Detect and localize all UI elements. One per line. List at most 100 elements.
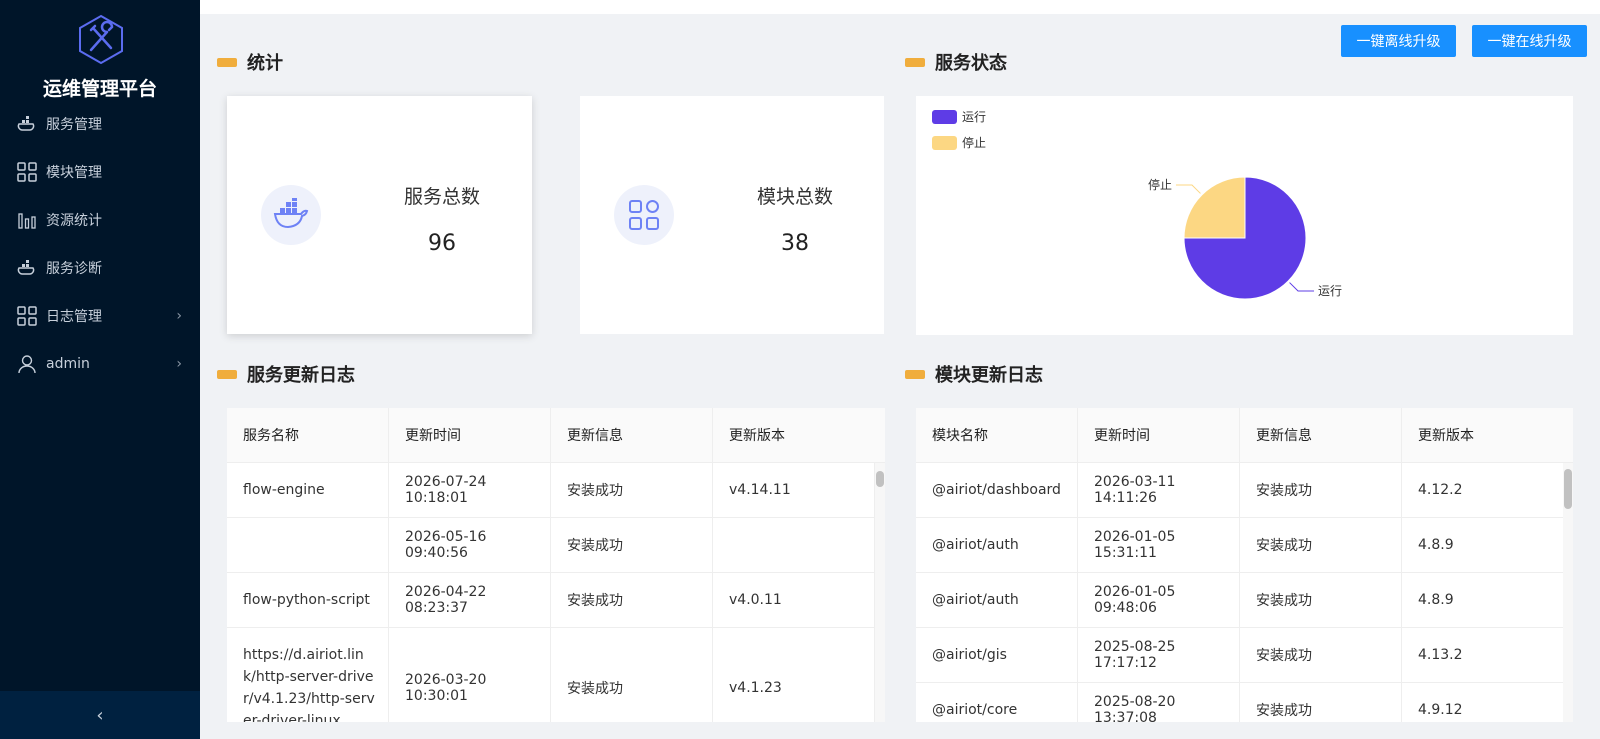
legend-swatch bbox=[932, 109, 957, 124]
module-total-value: 38 bbox=[781, 231, 809, 256]
cell-version: v4.14.11 bbox=[713, 463, 875, 517]
column-header[interactable]: 更新时间 bbox=[389, 408, 551, 462]
sidebar: 运维管理平台 服务管理 模块管理 资源统计 服务诊断 日志管理 › admin … bbox=[0, 0, 200, 739]
docker-icon bbox=[261, 185, 321, 245]
sidebar-item-log-management[interactable]: 日志管理 › bbox=[0, 292, 200, 340]
table-row[interactable]: flow-engine 2026-07-24 10:18:01 安装成功 v4.… bbox=[227, 463, 885, 518]
sidebar-item-module-management[interactable]: 模块管理 bbox=[0, 148, 200, 196]
table-row[interactable]: flow-python-script 2026-04-22 08:23:37 安… bbox=[227, 573, 885, 628]
section-title-text: 服务更新日志 bbox=[247, 365, 355, 386]
online-upgrade-button[interactable]: 一键在线升级 bbox=[1472, 25, 1587, 57]
cell-module-name: @airiot/auth bbox=[916, 573, 1078, 627]
module-log-table: 模块名称 更新时间 更新信息 更新版本 @airiot/dashboard 20… bbox=[916, 408, 1573, 722]
sidebar-item-service-management[interactable]: 服务管理 bbox=[0, 100, 200, 148]
section-title-module-log: 模块更新日志 bbox=[905, 361, 1043, 387]
docker-icon bbox=[16, 113, 38, 135]
column-header[interactable]: 更新版本 bbox=[713, 408, 885, 462]
grid-icon bbox=[614, 185, 674, 245]
app-title: 运维管理平台 bbox=[42, 78, 157, 100]
table-header: 模块名称 更新时间 更新信息 更新版本 bbox=[916, 408, 1573, 463]
sidebar-item-label: admin bbox=[46, 356, 90, 372]
section-title-stats: 统计 bbox=[217, 49, 283, 75]
cell-version: 4.8.9 bbox=[1402, 518, 1564, 572]
legend-label: 停止 bbox=[962, 136, 987, 150]
top-header bbox=[200, 0, 1600, 14]
grid-icon bbox=[16, 161, 38, 183]
chevron-right-icon: › bbox=[176, 308, 182, 324]
pie-chart: 运行 停止 bbox=[1148, 176, 1342, 300]
service-total-value: 96 bbox=[428, 231, 456, 256]
cell-update-time: 2026-05-16 09:40:56 bbox=[389, 518, 551, 572]
sidebar-item-label: 资源统计 bbox=[46, 213, 102, 229]
cell-version: v4.1.23 bbox=[713, 628, 875, 722]
table-scrollbar[interactable] bbox=[875, 463, 885, 722]
tools-logo-icon bbox=[79, 14, 123, 64]
table-row[interactable]: @airiot/gis 2025-08-25 17:17:12 安装成功 4.1… bbox=[916, 628, 1573, 683]
scrollbar-thumb[interactable] bbox=[1564, 469, 1572, 509]
cell-update-time: 2026-07-24 10:18:01 bbox=[389, 463, 551, 517]
cell-update-info: 安装成功 bbox=[551, 573, 713, 627]
sidebar-item-service-diagnosis[interactable]: 服务诊断 bbox=[0, 244, 200, 292]
section-marker bbox=[905, 57, 925, 67]
legend-swatch bbox=[932, 135, 957, 150]
cell-update-info: 安装成功 bbox=[551, 463, 713, 517]
cell-update-info: 安装成功 bbox=[1240, 683, 1402, 722]
legend-item-running[interactable]: 运行 bbox=[932, 108, 986, 125]
cell-update-info: 安装成功 bbox=[1240, 628, 1402, 682]
service-log-table: 服务名称 更新时间 更新信息 更新版本 flow-engine 2026-07-… bbox=[227, 408, 885, 722]
module-total-label: 模块总数 bbox=[756, 186, 833, 208]
cell-service-name bbox=[227, 518, 389, 572]
table-row[interactable]: @airiot/auth 2026-01-05 15:31:11 安装成功 4.… bbox=[916, 518, 1573, 573]
sidebar-item-label: 模块管理 bbox=[46, 165, 102, 181]
table-row[interactable]: @airiot/auth 2026-01-05 09:48:06 安装成功 4.… bbox=[916, 573, 1573, 628]
cell-update-info: 安装成功 bbox=[1240, 463, 1402, 517]
chart-legend: 运行 停止 bbox=[932, 108, 986, 160]
column-header[interactable]: 更新版本 bbox=[1402, 408, 1573, 462]
cell-update-time: 2025-08-20 13:37:08 bbox=[1078, 683, 1240, 722]
column-header[interactable]: 更新时间 bbox=[1078, 408, 1240, 462]
table-row[interactable]: @airiot/core 2025-08-20 13:37:08 安装成功 4.… bbox=[916, 683, 1573, 722]
section-marker bbox=[217, 369, 237, 379]
sidebar-item-admin[interactable]: admin › bbox=[0, 340, 200, 388]
section-marker bbox=[905, 369, 925, 379]
sidebar-item-resource-stats[interactable]: 资源统计 bbox=[0, 196, 200, 244]
cell-update-time: 2025-08-25 17:17:12 bbox=[1078, 628, 1240, 682]
table-scrollbar[interactable] bbox=[1563, 463, 1573, 722]
service-status-chart: 运行 停止 运行 停止 bbox=[916, 96, 1573, 335]
side-menu: 服务管理 模块管理 资源统计 服务诊断 日志管理 › admin › bbox=[0, 100, 200, 388]
section-title-text: 统计 bbox=[247, 53, 283, 74]
table-row[interactable]: https://d.airiot.link/http-server-driver… bbox=[227, 628, 885, 722]
sidebar-item-label: 服务管理 bbox=[46, 117, 102, 133]
column-header[interactable]: 更新信息 bbox=[1240, 408, 1402, 462]
collapse-sidebar-button[interactable]: ‹ bbox=[0, 691, 200, 739]
section-title-text: 模块更新日志 bbox=[935, 365, 1043, 386]
chevron-left-icon: ‹ bbox=[96, 704, 104, 726]
cell-update-info: 安装成功 bbox=[551, 518, 713, 572]
table-row[interactable]: @airiot/dashboard 2026-03-11 14:11:26 安装… bbox=[916, 463, 1573, 518]
pie-label-line-0 bbox=[1289, 282, 1315, 292]
cell-update-time: 2026-03-20 10:30:01 bbox=[389, 628, 551, 722]
section-title-service-log: 服务更新日志 bbox=[217, 361, 355, 387]
cell-module-name: @airiot/dashboard bbox=[916, 463, 1078, 517]
pie-label-line-1 bbox=[1175, 184, 1201, 194]
legend-item-stopped[interactable]: 停止 bbox=[932, 134, 986, 151]
column-header[interactable]: 模块名称 bbox=[916, 408, 1078, 462]
section-title-service-status: 服务状态 bbox=[905, 49, 1007, 75]
cell-update-time: 2026-04-22 08:23:37 bbox=[389, 573, 551, 627]
column-header[interactable]: 更新信息 bbox=[551, 408, 713, 462]
scrollbar-thumb[interactable] bbox=[876, 471, 884, 487]
cell-version: 4.9.12 bbox=[1402, 683, 1564, 722]
pie-slice-label-1: 停止 bbox=[1148, 177, 1172, 192]
sidebar-item-label: 日志管理 bbox=[46, 309, 102, 325]
column-header[interactable]: 服务名称 bbox=[227, 408, 389, 462]
cell-version: v4.0.11 bbox=[713, 573, 875, 627]
pie-slice-label-0: 运行 bbox=[1318, 284, 1342, 298]
cell-version: 4.12.2 bbox=[1402, 463, 1564, 517]
module-total-card[interactable]: 模块总数 38 bbox=[580, 96, 884, 334]
service-total-card[interactable]: 服务总数 96 bbox=[227, 96, 532, 334]
user-icon bbox=[16, 353, 38, 375]
cell-update-time: 2026-03-11 14:11:26 bbox=[1078, 463, 1240, 517]
cell-version bbox=[713, 518, 875, 572]
table-row[interactable]: 2026-05-16 09:40:56 安装成功 bbox=[227, 518, 885, 573]
offline-upgrade-button[interactable]: 一键离线升级 bbox=[1341, 25, 1456, 57]
